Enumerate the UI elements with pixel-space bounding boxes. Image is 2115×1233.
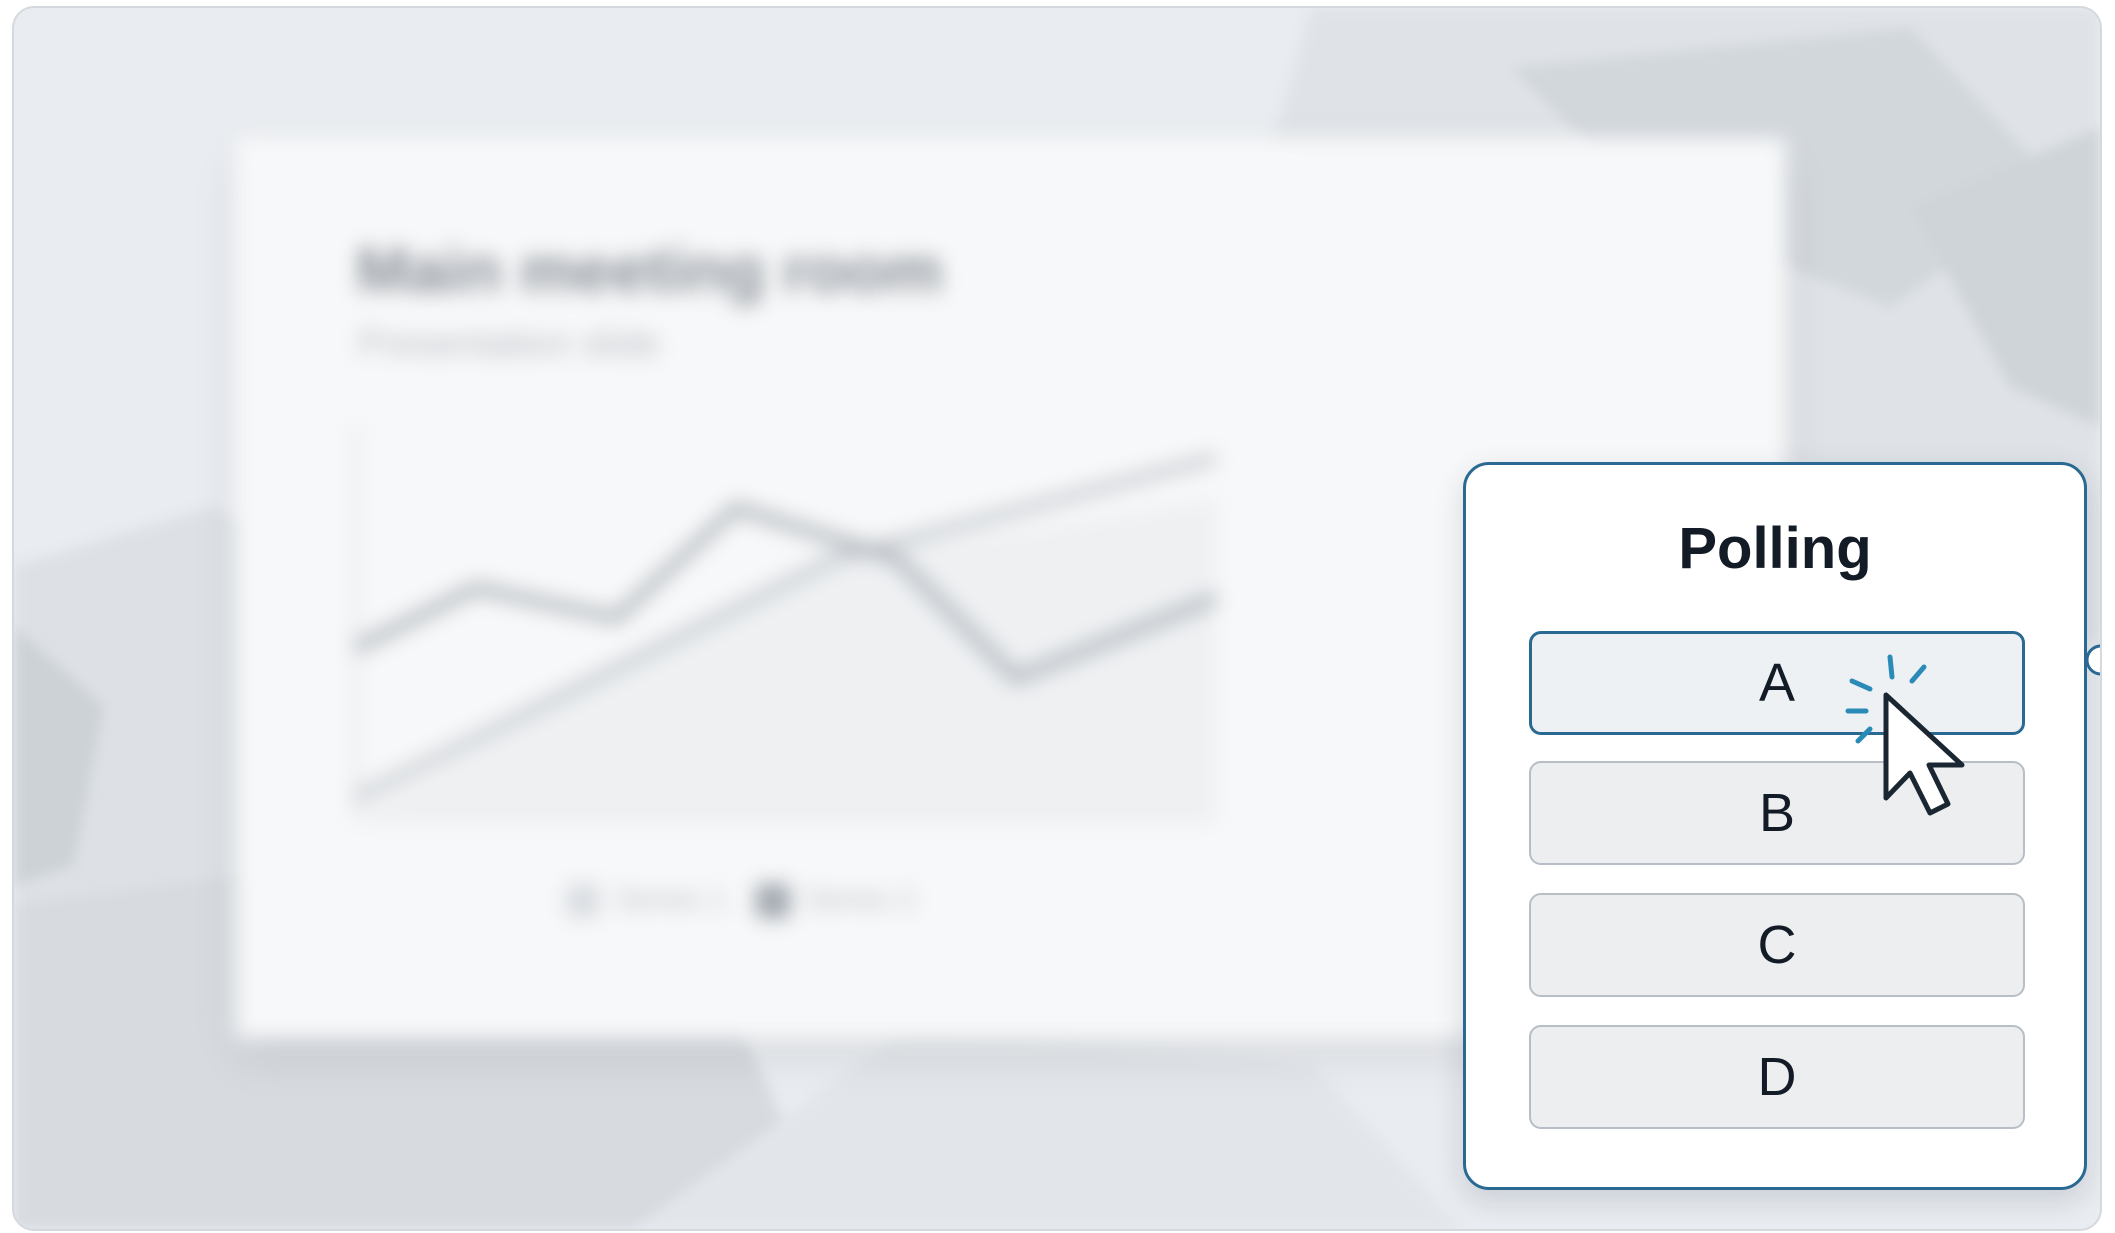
slide-subtitle: Presentation slide — [358, 323, 661, 365]
poll-option-c[interactable]: C — [1529, 893, 2025, 997]
poll-title: Polling — [1678, 516, 1872, 581]
chart-legend: Series 1 Series 2 — [566, 883, 917, 919]
legend-label: Series 1 — [616, 883, 727, 916]
poll-option-label: B — [1758, 783, 1796, 843]
connector-dot-icon — [2085, 644, 2100, 676]
poll-option-label: D — [1757, 1047, 1797, 1107]
legend-item: Series 1 — [566, 883, 727, 919]
legend-swatch — [566, 884, 600, 919]
legend-swatch — [756, 884, 791, 919]
poll-option-label: A — [1758, 653, 1796, 713]
legend-item: Series 2 — [756, 883, 917, 919]
app-window: Main meeting room Presentation slide Ser… — [12, 6, 2102, 1231]
poll-option-d[interactable]: D — [1529, 1025, 2025, 1129]
polling-panel: Polling A B C D — [1463, 462, 2087, 1190]
slide-title: Main meeting room — [356, 234, 943, 306]
poll-option-label: C — [1757, 915, 1797, 975]
mouse-pointer-icon — [1845, 654, 1965, 816]
blurred-line-chart — [353, 428, 1218, 820]
legend-label: Series 2 — [806, 883, 917, 916]
